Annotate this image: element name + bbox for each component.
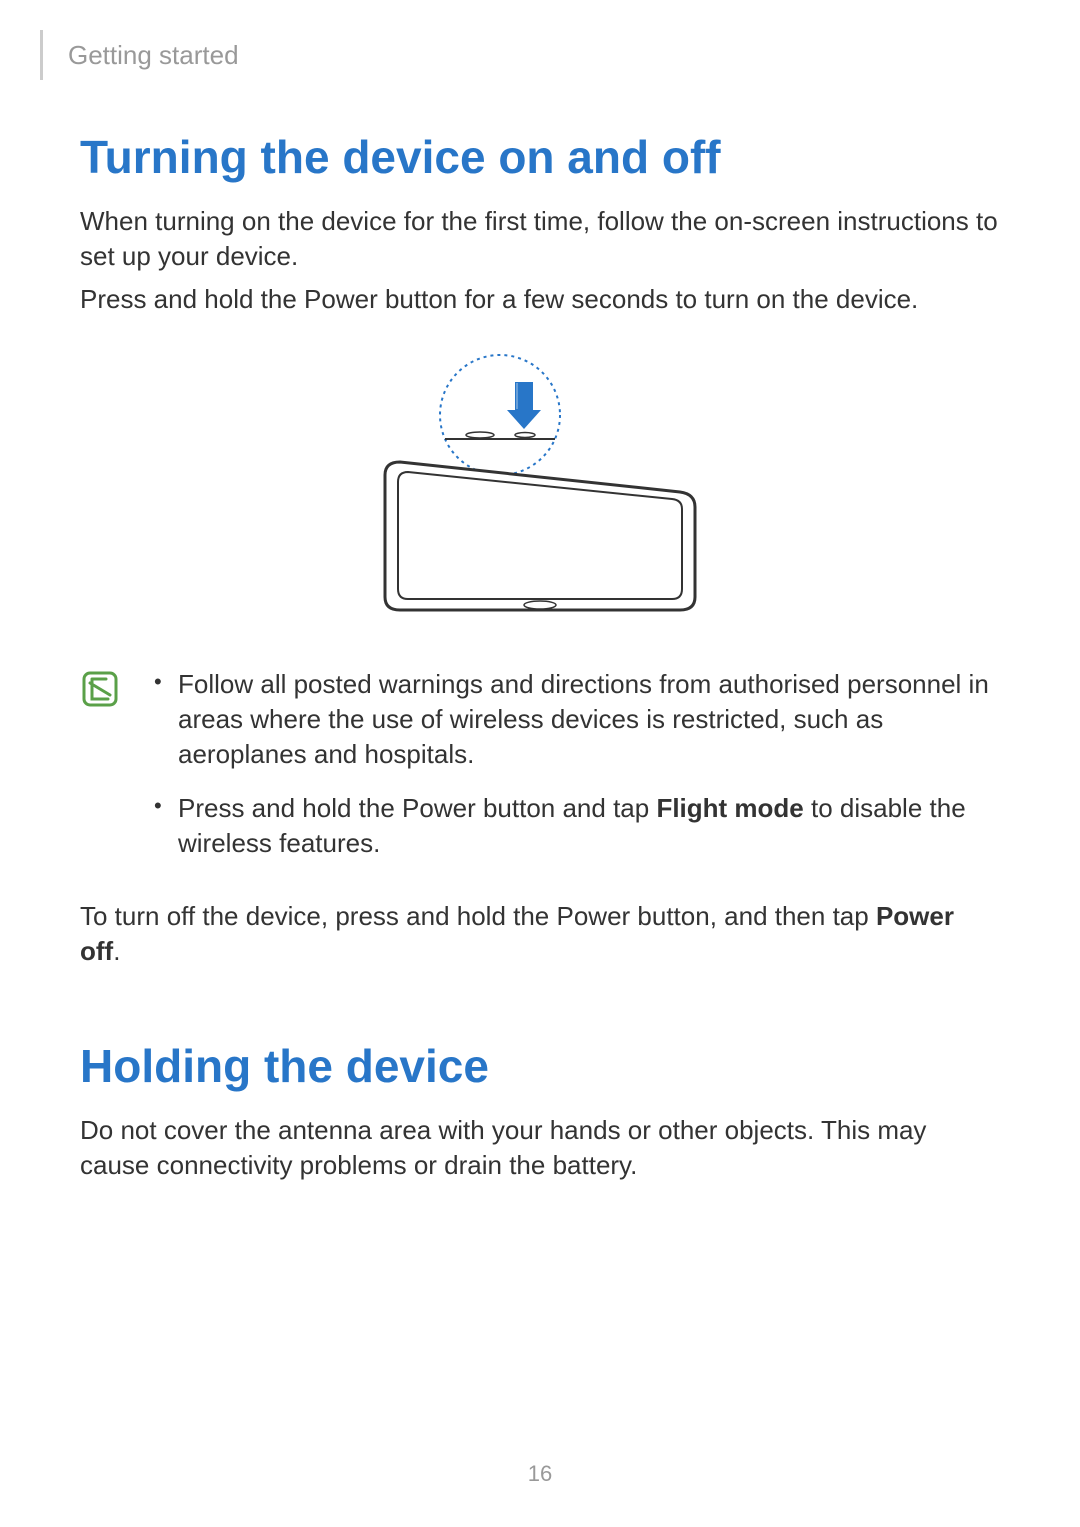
page-content: Getting started Turning the device on an…: [0, 0, 1080, 1231]
turn-off-post: .: [113, 936, 120, 966]
page-header: Getting started: [80, 30, 1000, 80]
holding-paragraph: Do not cover the antenna area with your …: [80, 1113, 1000, 1183]
heading-holding-device: Holding the device: [80, 1039, 1000, 1093]
tablet-outline-icon: [385, 462, 695, 610]
page-number: 16: [0, 1461, 1080, 1487]
note-item-2-pre: Press and hold the Power button and tap: [178, 793, 656, 823]
turn-off-paragraph: To turn off the device, press and hold t…: [80, 899, 1000, 969]
intro-paragraph-2: Press and hold the Power button for a fe…: [80, 282, 1000, 317]
intro-paragraph-1: When turning on the device for the first…: [80, 204, 1000, 274]
note-item-2: Press and hold the Power button and tap …: [154, 791, 1000, 861]
heading-turning-on-off: Turning the device on and off: [80, 130, 1000, 184]
power-button-diagram-icon: [330, 347, 750, 627]
note-list: Follow all posted warnings and direction…: [124, 667, 1000, 878]
note-icon: [80, 669, 124, 714]
turn-off-pre: To turn off the device, press and hold t…: [80, 901, 876, 931]
section-holding-device: Holding the device Do not cover the ante…: [80, 1039, 1000, 1183]
note-item-1-text: Follow all posted warnings and direction…: [178, 669, 989, 769]
note-item-1: Follow all posted warnings and direction…: [154, 667, 1000, 772]
device-illustration: [80, 347, 1000, 627]
arrow-down-icon: [507, 382, 541, 429]
section-name-label: Getting started: [68, 40, 239, 71]
note-item-2-bold: Flight mode: [656, 793, 803, 823]
header-divider: [40, 30, 43, 80]
note-block: Follow all posted warnings and direction…: [80, 667, 1000, 878]
